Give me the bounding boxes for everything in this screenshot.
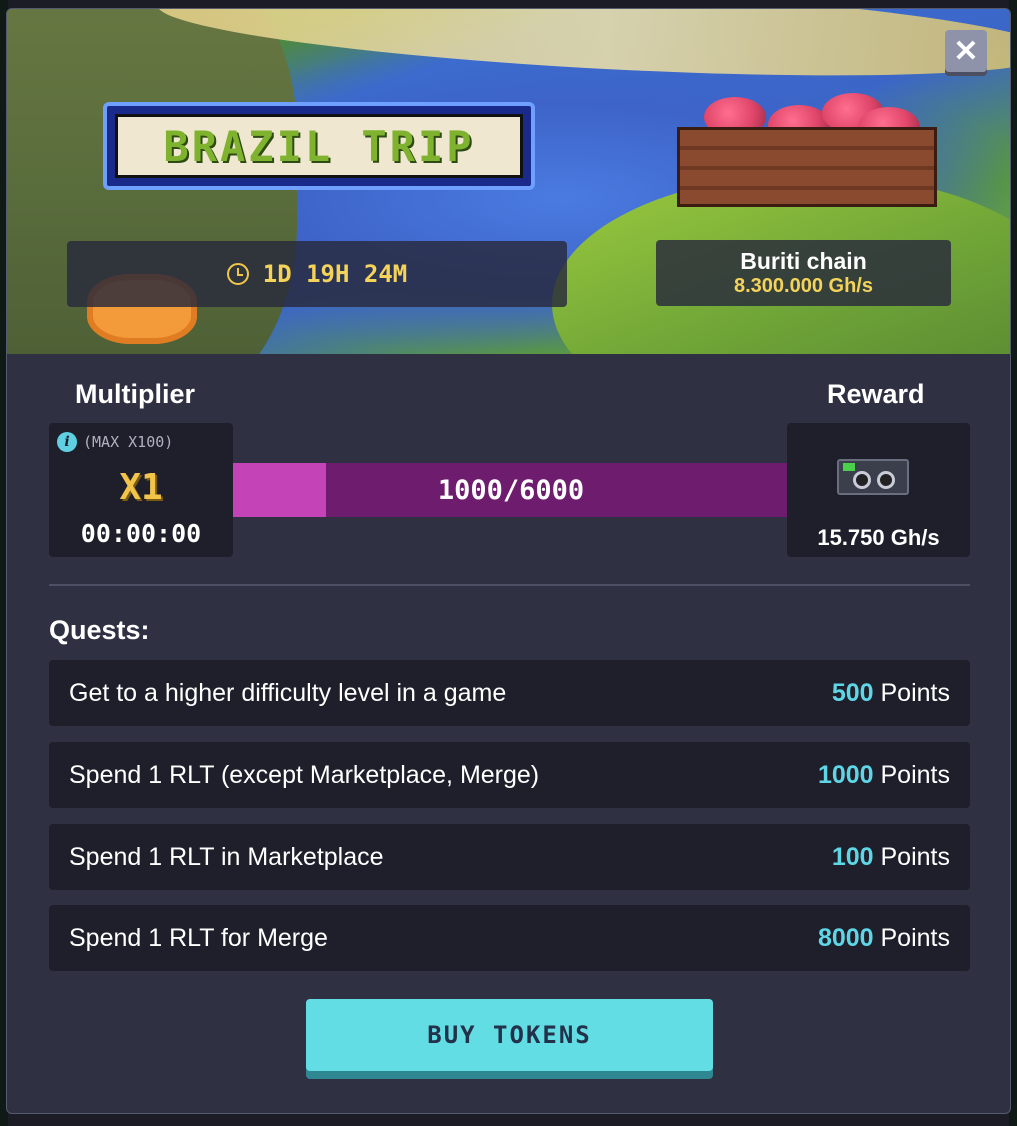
chain-name: Buriti chain <box>740 248 867 274</box>
chain-power: 8.300.000 Gh/s <box>734 275 873 297</box>
quest-points: 1000 Points <box>818 761 950 790</box>
quest-points-unit: Points <box>873 760 951 789</box>
multiplier-time: 00:00:00 <box>80 519 202 548</box>
multiplier-box: i (MAX X100) X1 00:00:00 <box>49 423 233 557</box>
multiplier-max-label: (MAX X100) <box>83 433 174 451</box>
quest-points-value: 8000 <box>817 923 874 952</box>
event-timer: 1D 19H 24M <box>67 241 567 307</box>
quest-points: 100 Points <box>832 843 950 872</box>
progress-text: 1000/6000 <box>437 474 585 506</box>
reward-box: 15.750 Gh/s <box>787 423 970 557</box>
chain-info: Buriti chain 8.300.000 Gh/s <box>656 240 951 306</box>
progress-bar: 1000/6000 <box>233 463 789 517</box>
event-banner: BRAZIL TRIP 1D 19H 24M Buriti chain 8.30… <box>7 9 1010 354</box>
event-title-plate: BRAZIL TRIP <box>103 102 535 190</box>
reward-label: Reward <box>827 379 925 409</box>
timer-text: 1D 19H 24M <box>262 260 408 288</box>
divider <box>49 584 970 586</box>
quest-row: Get to a higher difficulty level in a ga… <box>49 660 970 726</box>
quest-points: 8000 Points <box>818 924 950 953</box>
quest-points-unit: Points <box>873 842 951 871</box>
event-title: BRAZIL TRIP <box>163 121 475 171</box>
quest-row: Spend 1 RLT in Marketplace 100 Points <box>49 824 970 890</box>
event-modal: BRAZIL TRIP 1D 19H 24M Buriti chain 8.30… <box>6 8 1011 1114</box>
quest-points: 500 Points <box>832 679 950 708</box>
quest-text: Spend 1 RLT for Merge <box>69 923 328 952</box>
quest-points-value: 500 <box>831 678 874 707</box>
quest-points-value: 1000 <box>817 760 874 789</box>
clock-icon <box>226 263 249 285</box>
multiplier-label: Multiplier <box>75 379 195 409</box>
close-button[interactable]: ✕ <box>945 30 987 72</box>
reward-value: 15.750 Gh/s <box>817 525 940 550</box>
quest-points-unit: Points <box>873 923 951 952</box>
multiplier-value: X1 <box>119 467 163 508</box>
quest-text: Spend 1 RLT in Marketplace <box>69 842 384 871</box>
quest-points-value: 100 <box>831 842 874 871</box>
fruit-crate-art <box>672 89 942 214</box>
quest-points-unit: Points <box>873 678 951 707</box>
quests-title: Quests: <box>49 615 150 645</box>
gpu-miner-icon <box>837 459 909 495</box>
quest-row: Spend 1 RLT (except Marketplace, Merge) … <box>49 742 970 808</box>
quest-text: Get to a higher difficulty level in a ga… <box>69 678 507 707</box>
quest-text: Spend 1 RLT (except Marketplace, Merge) <box>69 760 540 789</box>
info-icon[interactable]: i <box>57 432 77 452</box>
buy-tokens-button[interactable]: BUY TOKENS <box>306 999 713 1071</box>
quest-row: Spend 1 RLT for Merge 8000 Points <box>49 905 970 971</box>
